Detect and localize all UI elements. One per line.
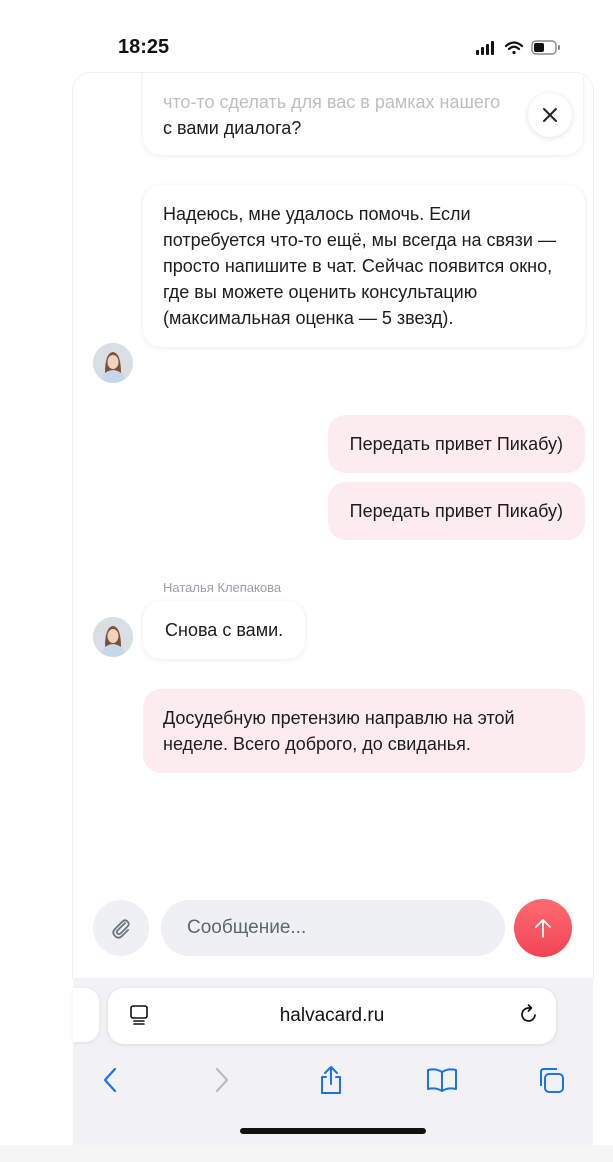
- send-button[interactable]: [514, 899, 572, 957]
- reload-icon[interactable]: [518, 1003, 540, 1025]
- chevron-right-icon: [215, 1067, 229, 1093]
- arrow-up-icon: [535, 919, 551, 938]
- bookmarks-button[interactable]: [422, 1060, 462, 1100]
- back-button[interactable]: [90, 1060, 130, 1100]
- previous-message-line1: что-то сделать для вас в рамках нашего: [163, 92, 501, 112]
- status-icons: [476, 40, 560, 55]
- previous-message-line2: с вами диалога?: [163, 118, 302, 138]
- close-icon: [543, 108, 557, 122]
- previous-tab[interactable]: [73, 988, 99, 1042]
- share-button[interactable]: [311, 1060, 351, 1100]
- message-again: Снова с вами.: [143, 601, 306, 659]
- message-help: Надеюсь, мне удалось помочь. Если потреб…: [143, 185, 585, 347]
- battery-icon: [531, 40, 560, 55]
- outgoing-message: Передать привет Пикабу): [327, 415, 585, 473]
- outgoing-message: Передать привет Пикабу): [327, 482, 585, 540]
- url-text: halvacard.ru: [279, 1005, 385, 1026]
- book-icon: [427, 1068, 457, 1092]
- attach-button[interactable]: [93, 900, 149, 956]
- bottom-strip: [0, 1145, 613, 1162]
- browser-chrome: halvacard.ru: [73, 978, 593, 1145]
- sender-name: Наталья Клепакова: [163, 580, 282, 595]
- message-input[interactable]: [161, 900, 505, 956]
- home-indicator: [240, 1128, 426, 1134]
- outgoing-message: Досудебную претензию направлю на этой не…: [143, 689, 585, 773]
- close-button[interactable]: [528, 93, 572, 137]
- address-bar[interactable]: halvacard.ru: [108, 988, 556, 1044]
- previous-message: что-то сделать для вас в рамках нашего с…: [143, 73, 583, 155]
- tabs-icon: [540, 1068, 564, 1093]
- avatar-photo-icon: [93, 343, 133, 383]
- status-time: 18:25: [118, 36, 170, 58]
- tabs-button[interactable]: [531, 1060, 571, 1100]
- share-icon: [321, 1066, 341, 1094]
- chat-window: что-то сделать для вас в рамках нашего с…: [73, 73, 593, 978]
- operator-avatar: [93, 343, 133, 383]
- operator-avatar: [93, 617, 133, 657]
- chevron-left-icon: [103, 1067, 117, 1093]
- forward-button[interactable]: [202, 1060, 242, 1100]
- signal-icon: [476, 41, 494, 55]
- composer: [73, 899, 593, 959]
- avatar-photo-icon: [93, 617, 133, 657]
- wifi-icon: [504, 41, 524, 55]
- paperclip-icon: [112, 919, 130, 939]
